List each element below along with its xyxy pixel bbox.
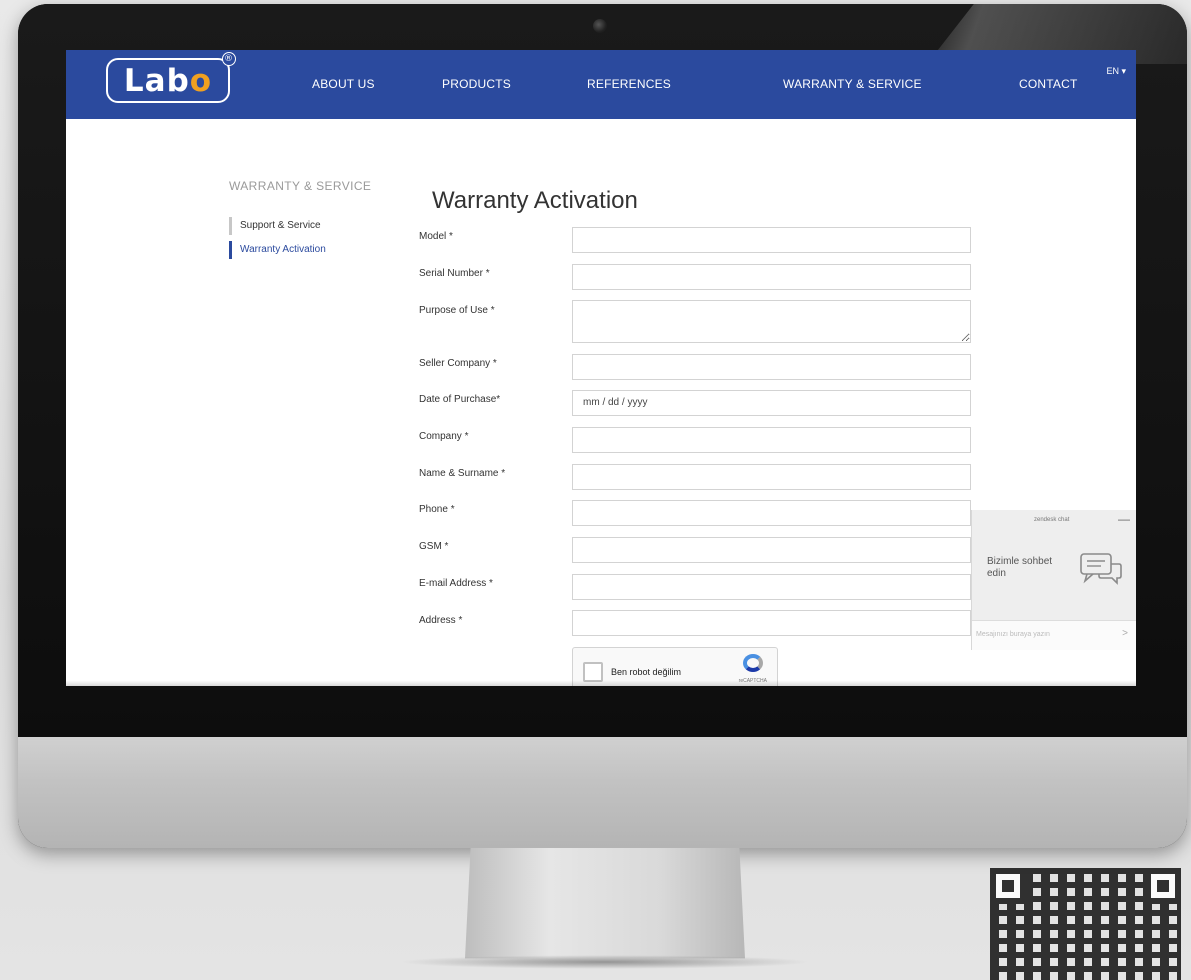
- camera-icon: [593, 19, 607, 33]
- recaptcha-icon: [743, 654, 763, 672]
- date-of-purchase-input[interactable]: mm / dd / yyyy: [572, 390, 971, 416]
- browser-screen: Lab o ® ABOUT US PRODUCTS REFERENCES WARR…: [66, 50, 1136, 686]
- name-surname-input[interactable]: [572, 464, 971, 490]
- sidebar-item-support[interactable]: Support & Service: [229, 217, 321, 235]
- serial-number-input[interactable]: [572, 264, 971, 290]
- email-address-input[interactable]: [572, 574, 971, 600]
- sidebar-item-warranty-activation[interactable]: Warranty Activation: [229, 241, 326, 259]
- label-gsm: GSM *: [419, 541, 449, 552]
- model-input[interactable]: [572, 227, 971, 253]
- monitor-chin: [18, 737, 1187, 848]
- logo-text: Lab: [123, 62, 190, 99]
- nav-contact[interactable]: CONTACT: [1019, 77, 1078, 91]
- address-input[interactable]: [572, 610, 971, 636]
- sidebar-title: WARRANTY & SERVICE: [229, 179, 372, 193]
- chat-bubble-icon: [1080, 553, 1122, 585]
- label-address: Address *: [419, 615, 463, 626]
- top-navbar: Lab o ® ABOUT US PRODUCTS REFERENCES WARR…: [66, 50, 1136, 119]
- chat-header-title: zendesk chat: [1034, 517, 1070, 523]
- chat-minimize-button[interactable]: —: [1118, 512, 1130, 526]
- label-date-of-purchase: Date of Purchase*: [419, 394, 501, 405]
- chat-header: zendesk chat —: [972, 510, 1136, 532]
- label-email-address: E-mail Address *: [419, 578, 493, 589]
- screen-bottom-shadow: [66, 680, 1136, 686]
- stand-shadow: [400, 955, 810, 969]
- seller-company-input[interactable]: [572, 354, 971, 380]
- language-selector[interactable]: EN ▾: [1106, 66, 1126, 77]
- recaptcha-checkbox[interactable]: [583, 662, 603, 682]
- send-icon[interactable]: >: [1122, 628, 1128, 639]
- logo-accent: o: [189, 62, 213, 99]
- label-model: Model *: [419, 231, 453, 242]
- label-purpose-of-use: Purpose of Use *: [419, 305, 495, 316]
- nav-warranty-service[interactable]: WARRANTY & SERVICE: [783, 77, 922, 91]
- purpose-of-use-textarea[interactable]: [572, 300, 971, 343]
- nav-products[interactable]: PRODUCTS: [442, 77, 511, 91]
- chat-input-bar[interactable]: Mesajınızı buraya yazın >: [972, 620, 1136, 650]
- label-phone: Phone *: [419, 504, 455, 515]
- recaptcha-label: Ben robot değilim: [611, 667, 682, 677]
- labo-logo[interactable]: Lab o ®: [106, 52, 236, 103]
- qr-finder: [1145, 868, 1181, 904]
- company-input[interactable]: [572, 427, 971, 453]
- label-seller-company: Seller Company *: [419, 358, 497, 369]
- phone-input[interactable]: [572, 500, 971, 526]
- qr-finder: [990, 868, 1026, 904]
- qr-code: [990, 868, 1181, 980]
- chat-input-placeholder: Mesajınızı buraya yazın: [976, 631, 1050, 638]
- nav-about-us[interactable]: ABOUT US: [312, 77, 375, 91]
- label-name-surname: Name & Surname *: [419, 468, 506, 479]
- chat-greeting: Bizimle sohbet edin: [987, 556, 1053, 579]
- nav-references[interactable]: REFERENCES: [587, 77, 671, 91]
- label-serial-number: Serial Number *: [419, 268, 490, 279]
- page-title: Warranty Activation: [432, 187, 638, 214]
- chat-widget: zendesk chat — Bizimle sohbet edin Mesaj…: [971, 510, 1136, 650]
- registered-mark: ®: [222, 52, 236, 66]
- label-company: Company *: [419, 431, 469, 442]
- gsm-input[interactable]: [572, 537, 971, 563]
- monitor-stand: [465, 848, 745, 959]
